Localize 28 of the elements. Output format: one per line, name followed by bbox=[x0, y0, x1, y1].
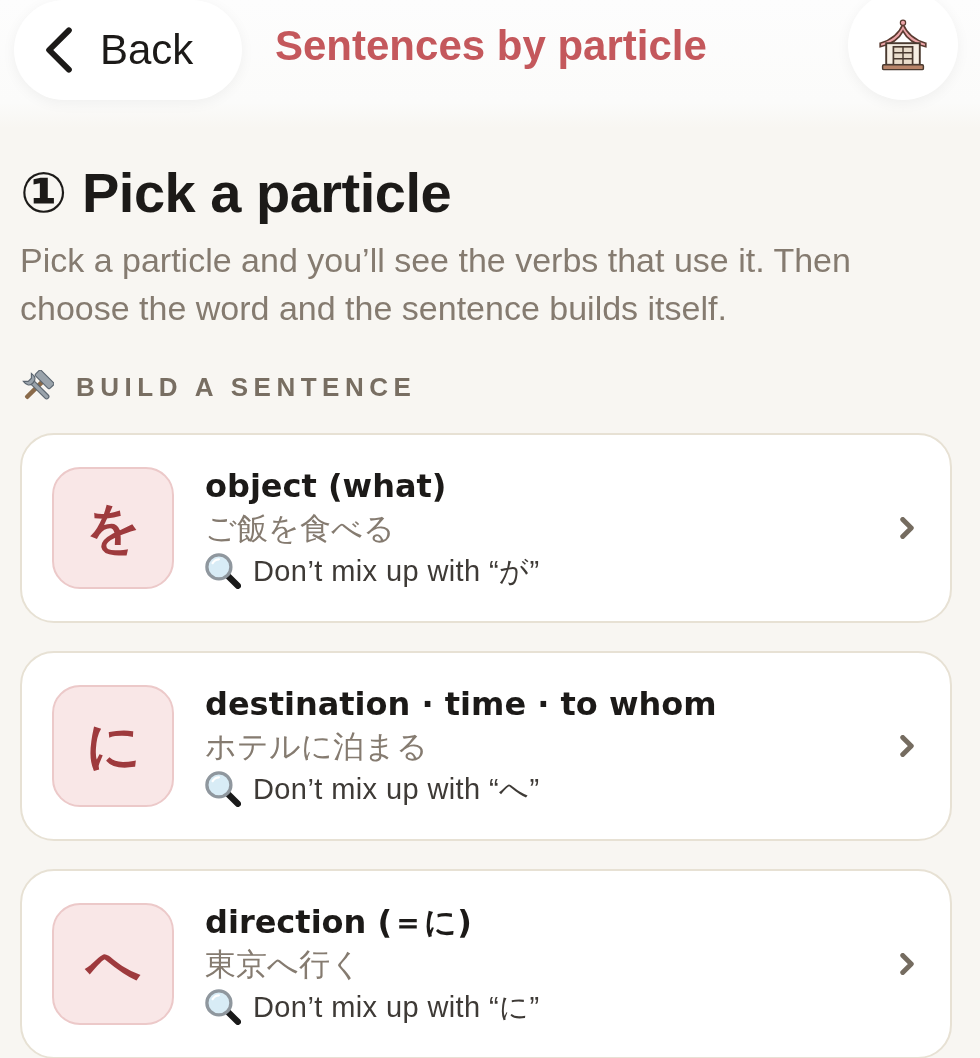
particle-tile: に bbox=[52, 685, 174, 807]
chevron-right-icon bbox=[900, 517, 914, 539]
particle-card[interactable]: を object (what) ご飯を食べる Don’t mix up with “が” bbox=[20, 433, 952, 623]
particle-card[interactable]: に destination · time · to whom ホテルに泊まる Don’t mix up with “へ” bbox=[20, 651, 952, 841]
magnifier-icon bbox=[205, 989, 241, 1025]
back-button[interactable]: Back bbox=[14, 0, 242, 100]
magnifier-icon bbox=[205, 553, 241, 589]
example-sentence: ご飯を食べる bbox=[205, 510, 396, 548]
chevron-left-icon bbox=[44, 27, 74, 73]
chevron-right-icon bbox=[900, 735, 914, 757]
example-sentence: 東京へ行く bbox=[205, 946, 363, 984]
section-label: BUILD A SENTENCE bbox=[76, 371, 417, 403]
particle-tile: を bbox=[52, 467, 174, 589]
particle-card[interactable]: へ direction (＝に) 東京へ行く Don’t mix up with “に” bbox=[20, 869, 952, 1058]
example-sentence: ホテルに泊まる bbox=[205, 728, 429, 766]
card-title: destination · time · to whom bbox=[205, 684, 718, 725]
particle-tile: へ bbox=[52, 903, 174, 1025]
card-title: direction (＝に) bbox=[205, 902, 473, 943]
step-heading: ① Pick a particle bbox=[20, 162, 453, 224]
house-icon bbox=[879, 19, 927, 71]
confusion-note: Don’t mix up with “へ” bbox=[253, 772, 540, 807]
confusion-note: Don’t mix up with “に” bbox=[253, 990, 540, 1025]
magnifier-icon bbox=[205, 771, 241, 807]
chevron-right-icon bbox=[900, 953, 914, 975]
confusion-note: Don’t mix up with “が” bbox=[253, 554, 540, 589]
step-description: Pick a particle and you’ll see the verbs that use it. Then choose the word and the sentence builds itself. bbox=[20, 240, 852, 329]
page-title: Sentences by particle bbox=[275, 22, 708, 70]
card-title: object (what) bbox=[205, 466, 448, 507]
